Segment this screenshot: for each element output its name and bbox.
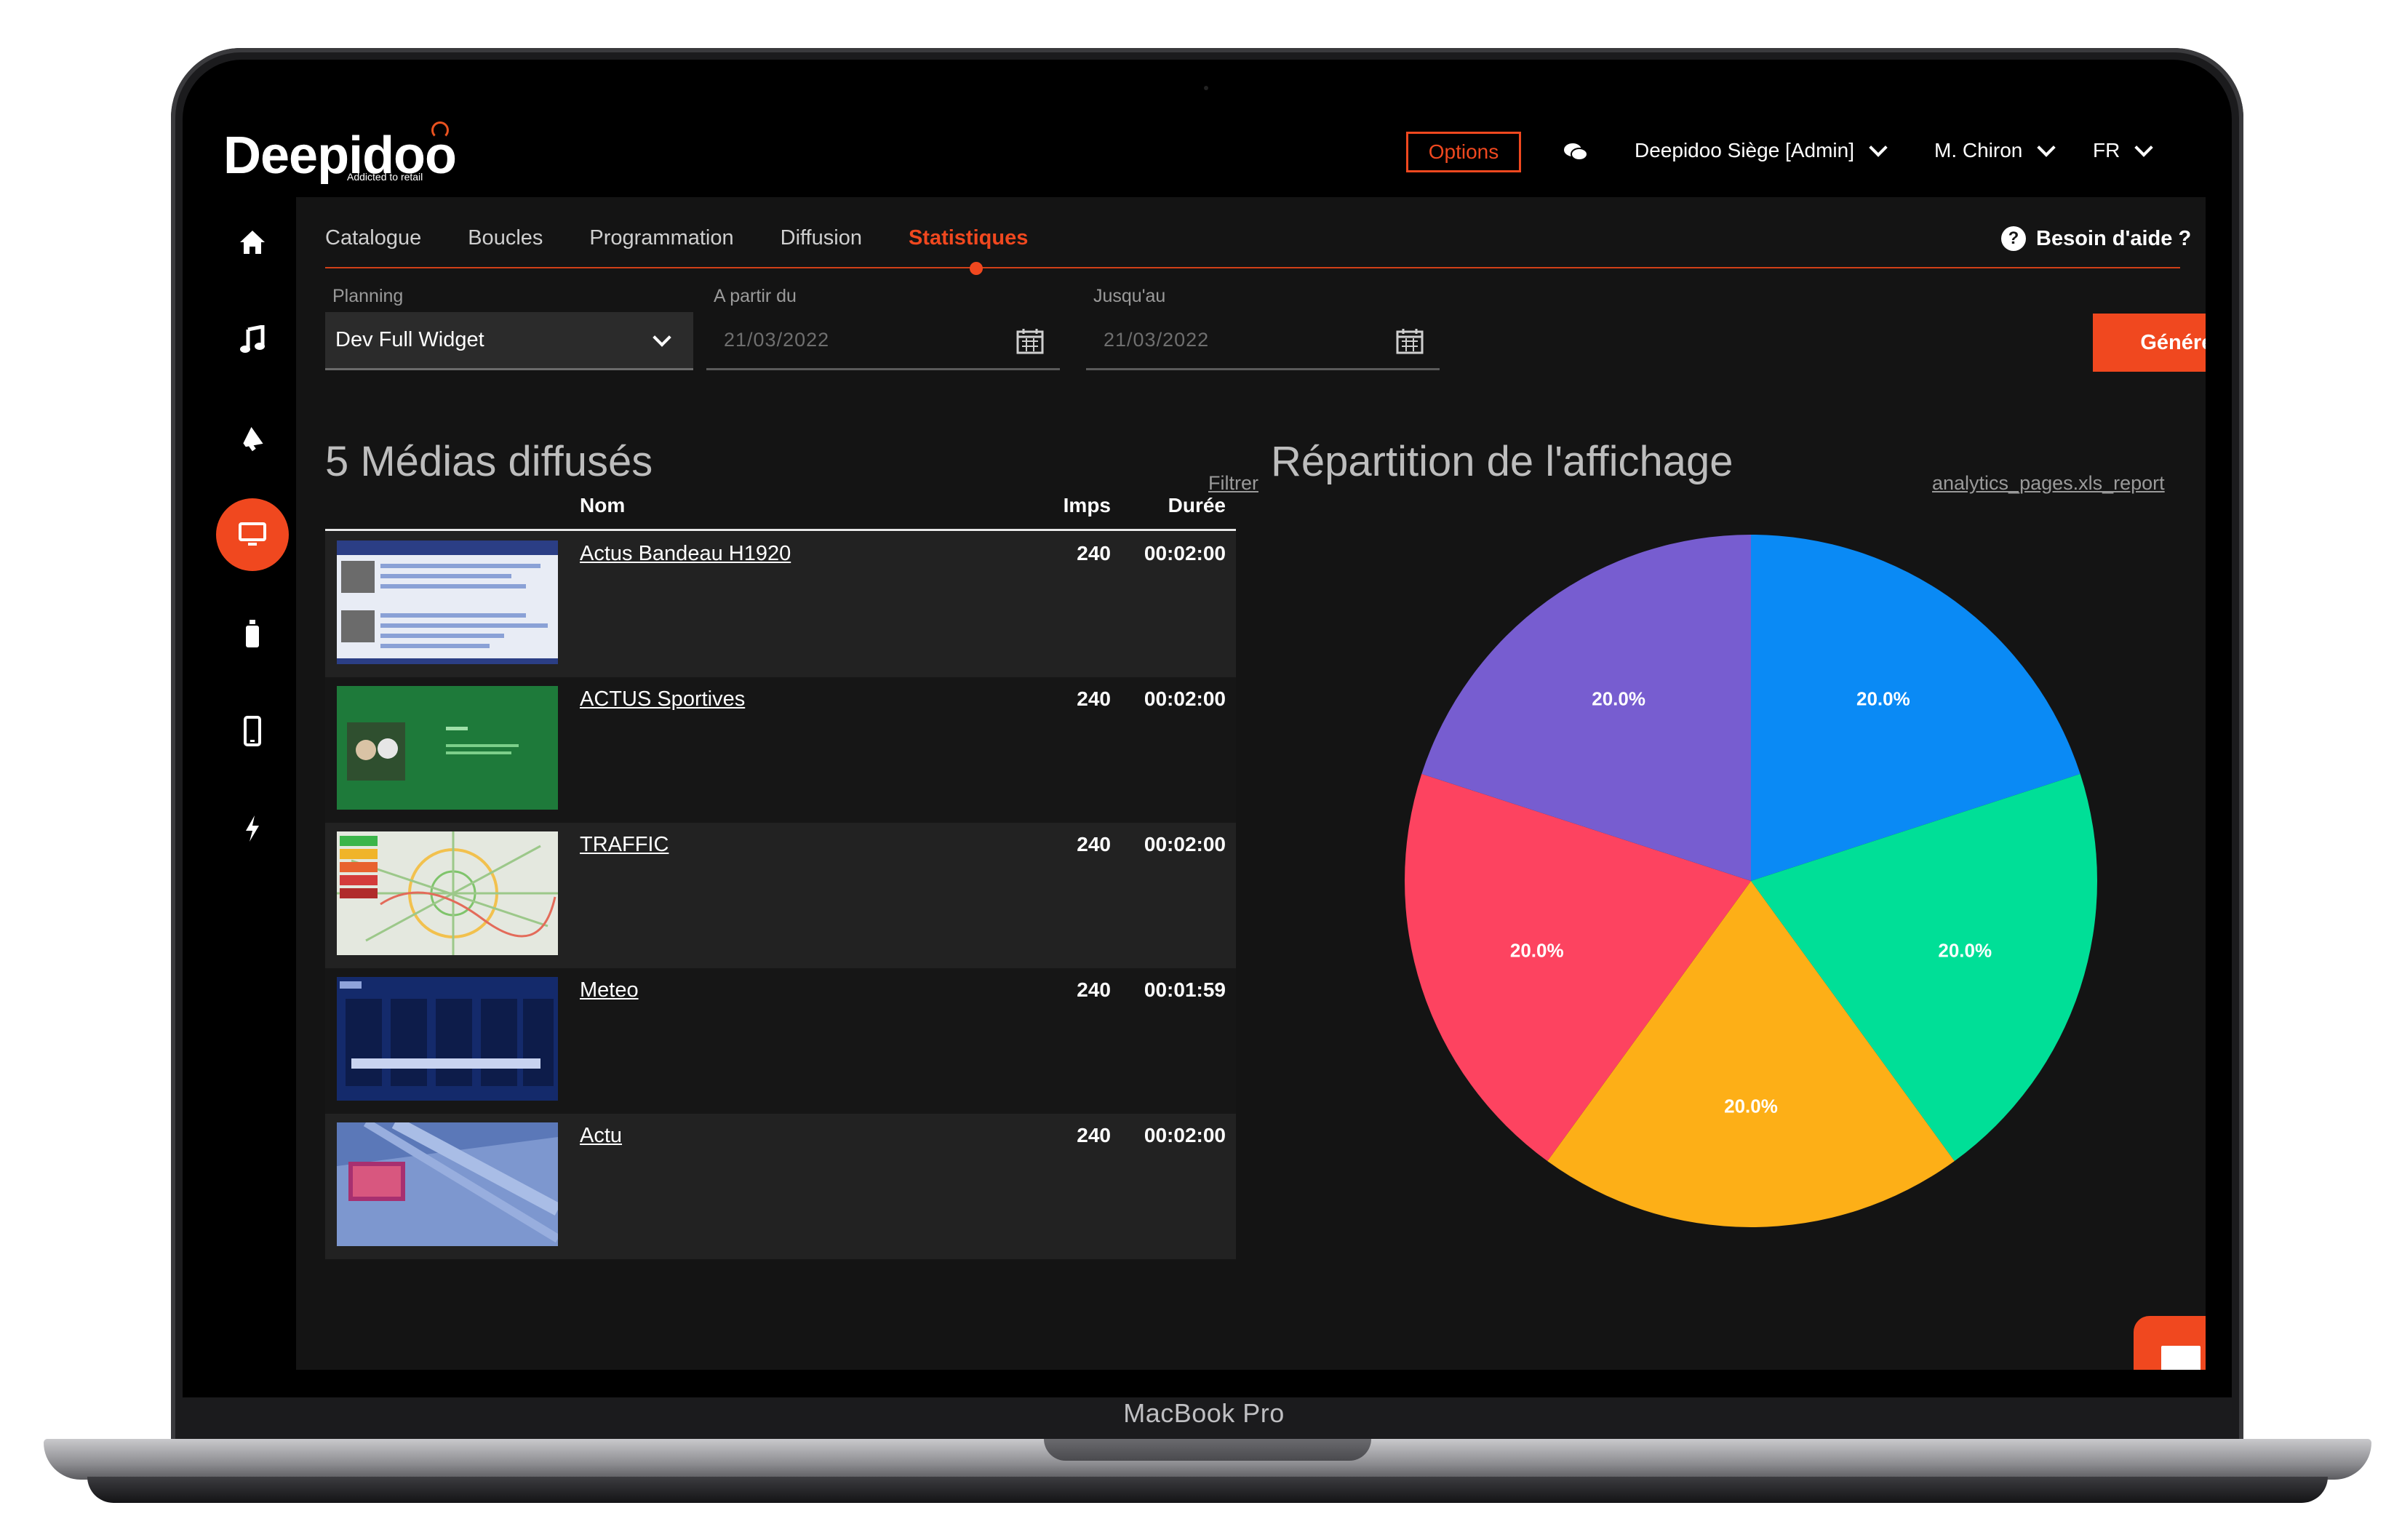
main-content: Catalogue Boucles Programmation Diffusio… xyxy=(296,197,2206,1370)
device-label: MacBook Pro xyxy=(1123,1398,1285,1428)
to-date-placeholder: 21/03/2022 xyxy=(1104,329,1210,351)
media-thumbnail xyxy=(337,686,558,810)
to-date-label: Jusqu'au xyxy=(1093,286,1166,306)
calendar-icon[interactable] xyxy=(1016,328,1044,359)
table-row[interactable]: Meteo 240 00:01:59 xyxy=(325,968,1236,1114)
chart-section-title: Répartition de l'affichage xyxy=(1271,438,1733,485)
media-duration: 00:02:00 xyxy=(1144,687,1226,710)
tab-boucles[interactable]: Boucles xyxy=(468,226,543,250)
chevron-down-icon xyxy=(2134,138,2154,157)
logo-tagline: Addicted to retail xyxy=(347,171,423,183)
calendar-icon[interactable] xyxy=(1396,328,1424,359)
language-selector[interactable]: FR xyxy=(2093,138,2154,162)
messages-icon[interactable] xyxy=(1563,142,1588,166)
pie-slice-label: 20.0% xyxy=(1856,688,1910,710)
to-date-field[interactable]: 21/03/2022 xyxy=(1086,312,1440,370)
media-imps: 240 xyxy=(1077,978,1111,1001)
megaphone-icon[interactable] xyxy=(229,415,276,462)
sidebar xyxy=(209,197,296,1370)
user-menu[interactable]: M. Chiron xyxy=(1934,138,2056,162)
media-duration: 00:02:00 xyxy=(1144,833,1226,855)
media-section-title: 5 Médias diffusés xyxy=(325,438,653,485)
media-thumbnail xyxy=(337,540,558,664)
media-imps: 240 xyxy=(1077,1124,1111,1146)
pie-slice-label: 20.0% xyxy=(1510,940,1564,962)
smartphone-icon[interactable] xyxy=(229,708,276,754)
music-icon[interactable] xyxy=(229,316,276,363)
active-tab-indicator xyxy=(970,262,983,275)
media-name-link[interactable]: ACTUS Sportives xyxy=(580,687,745,711)
table-row[interactable]: ACTUS Sportives 240 00:02:00 xyxy=(325,677,1236,823)
media-duration: 00:01:59 xyxy=(1144,978,1226,1001)
media-thumbnail xyxy=(337,1122,558,1246)
media-duration: 00:02:00 xyxy=(1144,542,1226,564)
help-label: Besoin d'aide ? xyxy=(2036,226,2192,250)
media-thumbnail xyxy=(337,977,558,1101)
options-button[interactable]: Options xyxy=(1406,132,1521,172)
tab-catalogue[interactable]: Catalogue xyxy=(325,226,421,250)
media-imps: 240 xyxy=(1077,687,1111,710)
planning-value: Dev Full Widget xyxy=(335,328,484,351)
from-date-field[interactable]: 21/03/2022 xyxy=(706,312,1060,370)
pie-chart-svg: 20.0% 20.0% 20.0% 20.0% 20.0% xyxy=(1405,535,2097,1227)
home-icon[interactable] xyxy=(229,219,276,266)
app-screen: Deepidoo Addicted to retail Options Deep… xyxy=(209,110,2206,1370)
logo-sun-icon xyxy=(431,121,449,139)
media-name-link[interactable]: Actus Bandeau H1920 xyxy=(580,542,791,566)
media-name-link[interactable]: TRAFFIC xyxy=(580,833,669,857)
tab-diffusion[interactable]: Diffusion xyxy=(781,226,862,250)
pie-chart: 20.0% 20.0% 20.0% 20.0% 20.0% xyxy=(1402,532,2100,1230)
tab-programmation[interactable]: Programmation xyxy=(589,226,733,250)
table-row[interactable]: TRAFFIC 240 00:02:00 xyxy=(325,823,1236,968)
tab-underline xyxy=(325,267,2180,268)
camera-icon xyxy=(1204,86,1208,90)
chat-icon xyxy=(2161,1346,2201,1370)
monitor-icon[interactable] xyxy=(216,498,289,571)
media-duration: 00:02:00 xyxy=(1144,1124,1226,1146)
pie-slice-label: 20.0% xyxy=(1938,940,1992,962)
pie-slice-label: 20.0% xyxy=(1724,1095,1778,1117)
table-row[interactable]: Actus Bandeau H1920 240 00:02:00 xyxy=(325,532,1236,677)
column-name: Nom xyxy=(580,494,626,516)
table-row[interactable]: Actu 240 00:02:00 xyxy=(325,1114,1236,1259)
tab-statistiques[interactable]: Statistiques xyxy=(909,226,1028,250)
site-selector[interactable]: Deepidoo Siège [Admin] xyxy=(1635,138,1888,162)
media-table-header: Nom Imps Durée xyxy=(325,487,1236,531)
planning-label: Planning xyxy=(332,286,404,306)
pie-slice-label: 20.0% xyxy=(1592,688,1645,710)
chevron-down-icon xyxy=(653,328,671,347)
column-duration: Durée xyxy=(1168,494,1226,516)
media-thumbnail xyxy=(337,831,558,955)
media-imps: 240 xyxy=(1077,833,1111,855)
chevron-down-icon xyxy=(1869,138,1888,157)
laptop-hinge-notch xyxy=(1044,1439,1371,1461)
planning-select[interactable]: Dev Full Widget xyxy=(325,312,693,370)
media-name-link[interactable]: Actu xyxy=(580,1124,622,1148)
help-link[interactable]: ? Besoin d'aide ? xyxy=(2001,226,2191,251)
lightning-icon[interactable] xyxy=(229,805,276,852)
site-selector-label: Deepidoo Siège [Admin] xyxy=(1635,139,1854,161)
from-date-label: A partir du xyxy=(714,286,797,306)
language-label: FR xyxy=(2093,139,2120,161)
from-date-placeholder: 21/03/2022 xyxy=(724,329,830,351)
chat-button[interactable] xyxy=(2134,1316,2206,1370)
generate-button[interactable]: Générer xyxy=(2093,314,2206,372)
top-bar: Deepidoo Addicted to retail Options Deep… xyxy=(209,110,2206,197)
user-menu-label: M. Chiron xyxy=(1934,139,2023,161)
tab-bar: Catalogue Boucles Programmation Diffusio… xyxy=(325,226,1028,250)
media-imps: 240 xyxy=(1077,542,1111,564)
report-link[interactable]: analytics_pages.xls_report xyxy=(1932,472,2165,495)
column-imps: Imps xyxy=(1063,494,1111,516)
spray-bottle-icon[interactable] xyxy=(229,610,276,657)
laptop-base-shadow xyxy=(87,1477,2328,1503)
media-name-link[interactable]: Meteo xyxy=(580,978,639,1002)
chevron-down-icon xyxy=(2037,138,2056,157)
question-icon: ? xyxy=(2001,226,2026,251)
